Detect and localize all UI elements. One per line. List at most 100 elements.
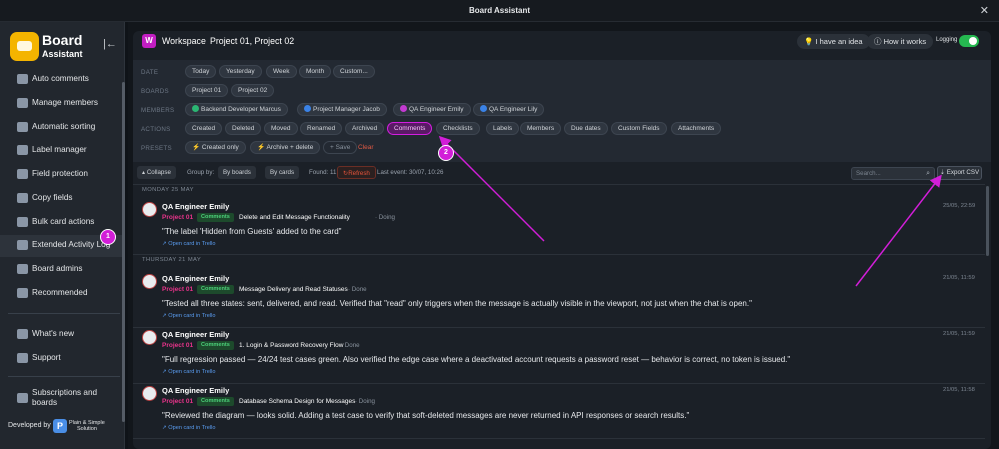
member-chip[interactable]: QA Engineer Lily	[473, 103, 545, 116]
action-chip-due-dates[interactable]: Due dates	[564, 122, 608, 135]
board-chip-project-02[interactable]: Project 02	[231, 84, 275, 97]
chat-icon	[17, 353, 28, 363]
presets-filter-label: PRESETS	[141, 145, 172, 152]
entry-tag: Comments	[197, 285, 234, 294]
refresh-button[interactable]: ↻Refresh	[337, 166, 376, 179]
entry-status: · Doing	[375, 214, 395, 221]
open-card-link[interactable]: ↗ Open card in Trello	[162, 313, 216, 319]
entry-tag: Comments	[197, 341, 234, 350]
developer-name[interactable]: Plain & Simple Solution	[69, 420, 105, 432]
date-chip-today[interactable]: Today	[185, 65, 217, 78]
how-it-works-label: How it works	[883, 37, 927, 46]
sidebar-item-support[interactable]: Support	[0, 348, 122, 370]
group-by-cards-button[interactable]: By cards	[265, 166, 300, 179]
group-by-boards-button[interactable]: By boards	[218, 166, 256, 179]
developed-by-label: Developed by	[8, 422, 51, 429]
entry-tag: Comments	[197, 213, 234, 222]
action-chip-attachments[interactable]: Attachments	[671, 122, 722, 135]
action-chip-labels[interactable]: Labels	[486, 122, 520, 135]
annotation-badge-1: 1	[100, 229, 116, 245]
app-name-line2: Assistant	[42, 49, 83, 59]
action-chip-deleted[interactable]: Deleted	[225, 122, 262, 135]
sidebar-item-manage-members[interactable]: Manage members	[0, 93, 122, 115]
search-placeholder: Search...	[856, 170, 881, 177]
idea-button[interactable]: 💡 I have an idea	[797, 34, 870, 49]
action-chip-comments[interactable]: Comments	[387, 122, 433, 135]
sidebar-scrollbar[interactable]	[122, 82, 125, 422]
sidebar-divider	[8, 313, 120, 314]
app-name-line1: Board	[42, 32, 83, 48]
developer-logo-icon[interactable]: P	[53, 419, 67, 433]
sidebar-item-copy-fields[interactable]: Copy fields	[0, 188, 122, 210]
open-card-link[interactable]: ↗ Open card in Trello	[162, 369, 216, 375]
sidebar-item-label: Manage members	[32, 98, 98, 107]
action-chip-members[interactable]: Members	[520, 122, 562, 135]
entry-time: 25/05, 22:59	[943, 203, 976, 209]
idea-button-label: I have an idea	[815, 37, 863, 46]
member-chip-label: Backend Developer Marcus	[201, 106, 281, 113]
preset-chip-archive-delete[interactable]: ⚡ Archive + delete	[250, 141, 321, 154]
sidebar-divider	[8, 376, 120, 377]
activity-feed: MONDAY 25 MAY QA Engineer Emily Project …	[133, 184, 985, 449]
workspace-header: W Workspace Project 01, Project 02 💡 I h…	[133, 31, 991, 53]
entry-time: 21/05, 11:59	[943, 331, 975, 337]
main-area: W Workspace Project 01, Project 02 💡 I h…	[128, 22, 999, 449]
row-divider	[133, 383, 985, 384]
sort-icon	[17, 122, 28, 132]
feed-scrollbar[interactable]	[986, 186, 989, 256]
action-chip-custom-fields[interactable]: Custom Fields	[611, 122, 667, 135]
sidebar-item-field-protection[interactable]: Field protection	[0, 164, 122, 186]
action-chip-checklists[interactable]: Checklists	[436, 122, 480, 135]
entry-card-title: 1. Login & Password Recovery Flow	[239, 342, 344, 349]
entry-user: QA Engineer Emily	[162, 330, 230, 339]
sidebar-item-automatic-sorting[interactable]: Automatic sorting	[0, 117, 122, 139]
member-chip[interactable]: QA Engineer Emily	[393, 103, 471, 116]
entry-status: · Doing	[355, 398, 375, 405]
rocket-icon	[17, 329, 28, 339]
action-chip-archived[interactable]: Archived	[345, 122, 385, 135]
member-chip-label: QA Engineer Emily	[409, 106, 464, 113]
collapse-button[interactable]: ▴ Collapse	[137, 166, 176, 179]
open-card-link[interactable]: ↗ Open card in Trello	[162, 241, 216, 247]
copy-icon	[17, 193, 28, 203]
date-chip-month[interactable]: Month	[299, 65, 332, 78]
avatar	[142, 386, 157, 401]
entry-time: 21/05, 11:58	[943, 387, 975, 393]
sidebar-item-recommended[interactable]: Recommended	[0, 283, 122, 305]
workspace-projects: Project 01, Project 02	[210, 36, 295, 46]
boards-filter-label: BOARDS	[141, 88, 169, 95]
open-card-link[interactable]: ↗ Open card in Trello	[162, 425, 216, 431]
day-heading: THURSDAY 21 MAY	[142, 257, 202, 263]
date-chip-yesterday[interactable]: Yesterday	[219, 65, 262, 78]
export-csv-button[interactable]: ⇣ Export CSV	[937, 166, 982, 180]
action-chip-created[interactable]: Created	[185, 122, 223, 135]
member-chip[interactable]: Backend Developer Marcus	[185, 103, 288, 116]
results-toolbar: ▴ Collapse Group by: By boards By cards …	[133, 164, 991, 182]
admin-icon	[17, 264, 28, 274]
close-icon[interactable]: ✕	[980, 4, 989, 17]
entry-card-title: Database Schema Design for Messages	[239, 398, 356, 405]
search-input[interactable]: Search... ⌕	[851, 167, 935, 180]
date-chip-custom[interactable]: Custom...	[333, 65, 375, 78]
preset-chip-created-only[interactable]: ⚡ Created only	[185, 141, 246, 154]
logging-toggle[interactable]	[959, 35, 979, 47]
entry-text: "Tested all three states: sent, delivere…	[162, 299, 752, 308]
date-chip-week[interactable]: Week	[266, 65, 297, 78]
member-chip[interactable]: Project Manager Jacob	[297, 103, 387, 116]
sidebar-item-auto-comments[interactable]: Auto comments	[0, 69, 122, 91]
date-filter-label: DATE	[141, 69, 159, 76]
action-chip-moved[interactable]: Moved	[264, 122, 298, 135]
clear-presets-button[interactable]: Clear	[351, 141, 381, 154]
sidebar-item-whats-new[interactable]: What's new	[0, 324, 122, 346]
sidebar-item-subscriptions[interactable]: Subscriptions and boards	[0, 385, 122, 413]
developer-name-line2: Solution	[77, 426, 97, 432]
how-it-works-button[interactable]: ⓘ How it works	[867, 34, 934, 49]
activity-panel: W Workspace Project 01, Project 02 💡 I h…	[133, 31, 991, 449]
collapse-sidebar-icon[interactable]: |←	[103, 38, 117, 50]
sidebar-item-board-admins[interactable]: Board admins	[0, 259, 122, 281]
board-chip-project-01[interactable]: Project 01	[185, 84, 229, 97]
sidebar-item-label-manager[interactable]: Label manager	[0, 140, 122, 162]
action-chip-renamed[interactable]: Renamed	[300, 122, 343, 135]
entry-text: "The label 'Hidden from Guests' added to…	[162, 227, 342, 236]
row-divider	[133, 327, 985, 328]
